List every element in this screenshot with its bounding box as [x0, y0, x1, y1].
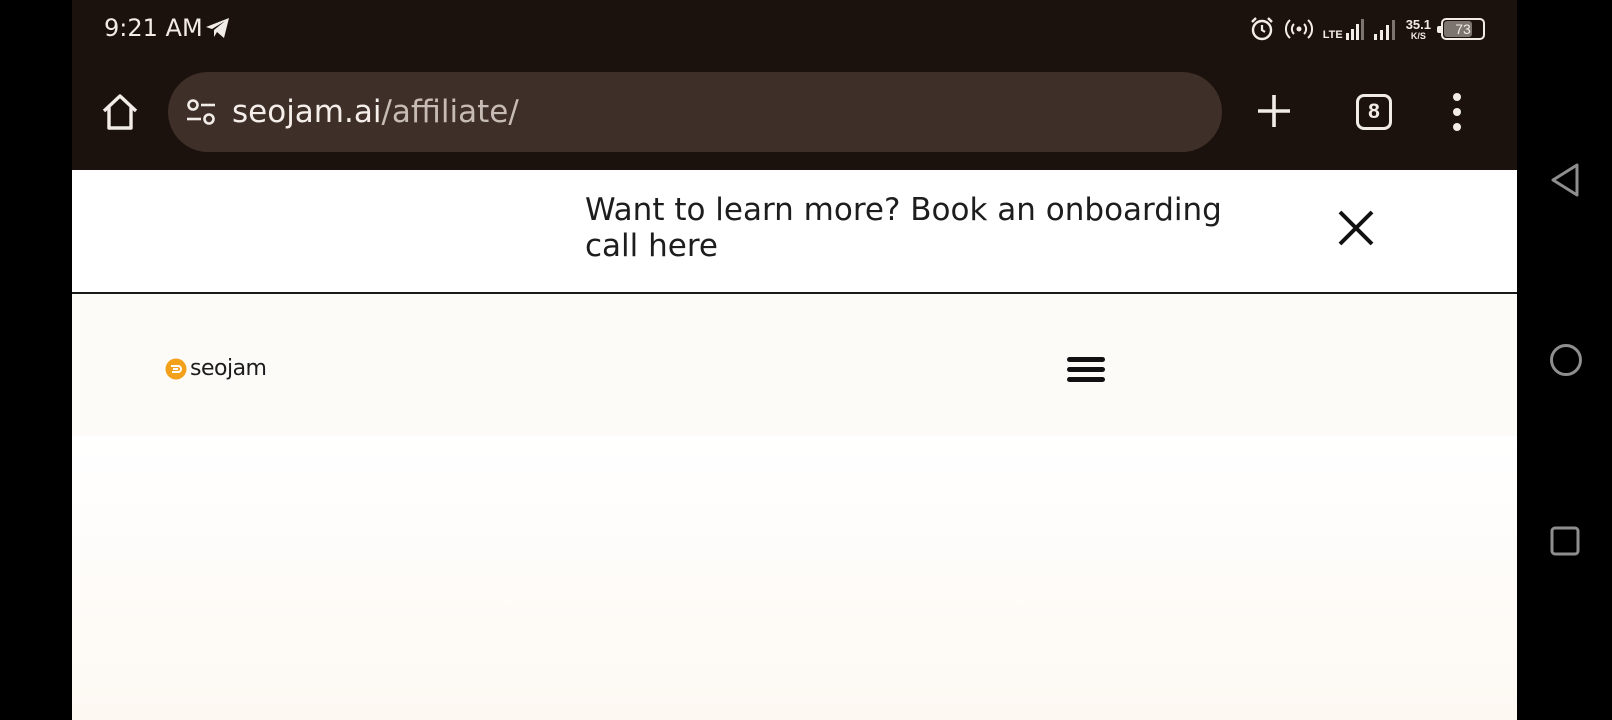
battery-indicator: 73	[1437, 18, 1485, 40]
signal-icon	[1373, 20, 1395, 40]
banner-link-text[interactable]: Want to learn more? Book an onboarding c…	[585, 192, 1265, 264]
site-settings-icon[interactable]	[184, 96, 218, 128]
site-header: seojam	[72, 296, 1517, 720]
home-circle-icon[interactable]	[1549, 343, 1583, 377]
home-icon[interactable]	[100, 92, 140, 132]
tab-switcher-button[interactable]: 8	[1356, 94, 1392, 130]
more-menu-icon[interactable]	[1450, 92, 1464, 132]
url-path: /affiliate/	[381, 94, 519, 130]
alarm-icon	[1250, 17, 1273, 41]
lte-signal: LTE	[1322, 18, 1364, 41]
network-label: LTE	[1322, 29, 1343, 41]
recents-square-icon[interactable]	[1550, 526, 1580, 556]
onboarding-banner: Want to learn more? Book an onboarding c…	[72, 170, 1517, 294]
url-host: seojam.ai	[232, 94, 382, 130]
status-time: 9:21 AM	[104, 14, 203, 42]
seojam-logo[interactable]: seojam	[164, 356, 267, 381]
battery-level: 73	[1455, 21, 1471, 37]
phone-screen: 9:21 AM LTE 35.1 K/S 73 seojam.ai/affili…	[72, 0, 1517, 720]
speed-unit: K/S	[1410, 30, 1426, 41]
hero-section	[72, 436, 1517, 720]
new-tab-plus-icon[interactable]	[1255, 92, 1293, 130]
browser-toolbar: 9:21 AM LTE 35.1 K/S 73 seojam.ai/affili…	[72, 0, 1517, 170]
logo-text: seojam	[190, 356, 267, 381]
logo-mark-icon	[165, 358, 187, 379]
back-triangle-icon[interactable]	[1549, 162, 1581, 198]
net-speed: 35.1 K/S	[1406, 18, 1431, 41]
close-icon[interactable]	[1334, 206, 1378, 250]
telegram-icon	[206, 18, 229, 38]
url-text[interactable]: seojam.ai/affiliate/	[232, 94, 519, 130]
address-bar[interactable]: seojam.ai/affiliate/	[168, 72, 1222, 152]
signal-lte-icon	[1345, 19, 1364, 40]
hamburger-menu-icon[interactable]	[1066, 354, 1106, 386]
android-nav-bar	[1517, 0, 1612, 720]
status-icons: LTE 35.1 K/S 73	[1249, 14, 1485, 44]
speed-value: 35.1	[1405, 16, 1431, 32]
hotspot-icon	[1284, 19, 1313, 39]
